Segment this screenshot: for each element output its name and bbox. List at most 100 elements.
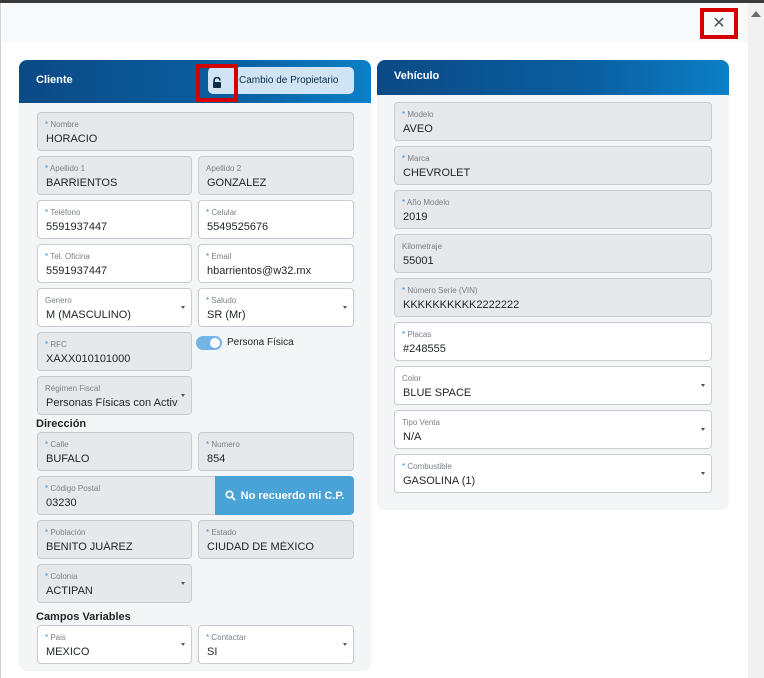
combustible-select[interactable]: * Combustible GASOLINA (1)	[394, 454, 712, 493]
genero-select[interactable]: Genero M (MASCULINO)	[37, 288, 192, 327]
kilometraje-value: 55001	[403, 255, 434, 267]
codigo-postal-field[interactable]: * Código Postal 03230	[37, 476, 217, 515]
persona-fisica-label: Persona Física	[227, 337, 294, 348]
estado-field[interactable]: * Estado CIUDAD DE MÉXICO	[198, 520, 354, 559]
contactar-label: Contactar	[211, 633, 247, 642]
scrollbar[interactable]	[748, 3, 764, 678]
vin-label: Número Serie (VIN)	[407, 286, 478, 295]
chevron-down-icon	[181, 394, 185, 397]
modelo-field[interactable]: * Modelo AVEO	[394, 102, 712, 141]
tipo-venta-label: Tipo Venta	[402, 418, 440, 427]
cambio-propietario-label: Cambio de Propietario	[239, 75, 339, 86]
close-icon: ✕	[712, 14, 726, 32]
modal-header	[2, 3, 748, 43]
apellido2-value: GONZALEZ	[207, 177, 267, 189]
chevron-down-icon	[701, 472, 705, 475]
telefono-label: Teléfono	[50, 208, 81, 217]
unlock-button[interactable]	[196, 64, 238, 102]
marca-field[interactable]: * Marca CHEVROLET	[394, 146, 712, 185]
genero-value: M (MASCULINO)	[46, 309, 131, 321]
combustible-label: Combustible	[407, 462, 452, 471]
apellido1-value: BARRIENTOS	[46, 177, 118, 189]
modelo-value: AVEO	[403, 123, 433, 135]
color-select[interactable]: Color BLUE SPACE	[394, 366, 712, 405]
apellido2-label: Apellido 2	[206, 164, 242, 173]
placas-value: #248555	[403, 343, 446, 355]
apellido1-field[interactable]: * Apellido 1 BARRIENTOS	[37, 156, 192, 195]
telefono-field[interactable]: * Teléfono 5591937447	[37, 200, 192, 239]
modelo-label: Modelo	[407, 110, 434, 119]
marca-value: CHEVROLET	[403, 167, 471, 179]
nombre-value: HORACIO	[46, 133, 98, 145]
no-recuerdo-cp-button[interactable]: No recuerdo mi C.P.	[215, 476, 354, 515]
chevron-down-icon	[181, 643, 185, 646]
email-label: Email	[211, 252, 232, 261]
telefono-value: 5591937447	[46, 221, 108, 233]
no-recuerdo-cp-label: No recuerdo mi C.P.	[240, 489, 345, 502]
chevron-down-icon	[701, 384, 705, 387]
regimen-fiscal-select[interactable]: Régimen Fiscal Personas Físicas con Acti…	[37, 376, 192, 415]
numero-value: 854	[207, 453, 226, 465]
pais-value: MEXICO	[46, 646, 90, 658]
regimen-fiscal-label: Régimen Fiscal	[45, 384, 101, 393]
chevron-down-icon	[181, 582, 185, 585]
anio-modelo-value: 2019	[403, 211, 428, 223]
saludo-select[interactable]: * Saludo SR (Mr)	[198, 288, 354, 327]
persona-fisica-toggle[interactable]	[196, 336, 222, 350]
placas-field[interactable]: * Placas #248555	[394, 322, 712, 361]
kilometraje-field[interactable]: Kilometraje 55001	[394, 234, 712, 273]
celular-field[interactable]: * Celular 5549525676	[198, 200, 354, 239]
chevron-down-icon	[181, 306, 185, 309]
marca-label: Marca	[407, 154, 430, 163]
nombre-field[interactable]: * Nombre HORACIO	[37, 112, 354, 151]
poblacion-field[interactable]: * Población BENITO JUÁREZ	[37, 520, 192, 559]
tel-oficina-value: 5591937447	[46, 265, 108, 277]
poblacion-value: BENITO JUÁREZ	[46, 541, 133, 553]
contactar-select[interactable]: * Contactar SI	[198, 625, 354, 664]
rfc-field[interactable]: * RFC XAXX010101000	[37, 332, 192, 371]
calle-value: BUFALO	[46, 453, 90, 465]
chevron-down-icon	[343, 643, 347, 646]
pais-select[interactable]: * Pais MEXICO	[37, 625, 192, 664]
vin-value: KKKKKKKKKK2222222	[403, 299, 520, 311]
lock-open-icon	[213, 77, 221, 88]
tipo-venta-value: N/A	[403, 431, 422, 443]
toggle-knob	[210, 338, 220, 348]
search-icon	[225, 490, 236, 501]
contactar-value: SI	[207, 646, 218, 658]
nombre-label: Nombre	[50, 120, 79, 129]
color-label: Color	[402, 374, 422, 383]
color-value: BLUE SPACE	[403, 387, 472, 399]
email-field[interactable]: * Email hbarrientos@w32.mx	[198, 244, 354, 283]
estado-label: Estado	[211, 528, 237, 537]
colonia-value: ACTIPAN	[46, 585, 93, 597]
tipo-venta-select[interactable]: Tipo Venta N/A	[394, 410, 712, 449]
calle-label: Calle	[50, 440, 69, 449]
tel-oficina-field[interactable]: * Tel. Oficina 5591937447	[37, 244, 192, 283]
email-value: hbarrientos@w32.mx	[207, 265, 312, 277]
vehiculo-header: Vehículo	[377, 60, 729, 95]
vin-field[interactable]: * Número Serie (VIN) KKKKKKKKKK2222222	[394, 278, 712, 317]
colonia-select[interactable]: * Colonia ACTIPAN	[37, 564, 192, 603]
anio-modelo-field[interactable]: * Año Modelo 2019	[394, 190, 712, 229]
numero-label: Numero	[211, 440, 240, 449]
apellido1-label: Apellido 1	[49, 164, 86, 173]
celular-label: Celular	[211, 208, 237, 217]
codigo-postal-label: Código Postal	[50, 484, 101, 493]
direccion-title: Dirección	[36, 418, 87, 430]
campos-variables-title: Campos Variables	[36, 611, 131, 623]
apellido2-field[interactable]: Apellido 2 GONZALEZ	[198, 156, 354, 195]
scroll-up-arrow-icon[interactable]	[751, 11, 761, 17]
poblacion-label: Población	[50, 528, 86, 537]
saludo-value: SR (Mr)	[207, 309, 246, 321]
cliente-title: Cliente	[36, 74, 73, 86]
calle-field[interactable]: * Calle BUFALO	[37, 432, 192, 471]
estado-value: CIUDAD DE MÉXICO	[207, 541, 314, 553]
kilometraje-label: Kilometraje	[402, 242, 443, 251]
numero-field[interactable]: * Numero 854	[198, 432, 354, 471]
regimen-fiscal-value: Personas Físicas con Activ	[46, 397, 178, 409]
chevron-down-icon	[701, 428, 705, 431]
pais-label: Pais	[50, 633, 66, 642]
rfc-label: RFC	[50, 340, 67, 349]
close-button[interactable]: ✕	[700, 8, 738, 39]
